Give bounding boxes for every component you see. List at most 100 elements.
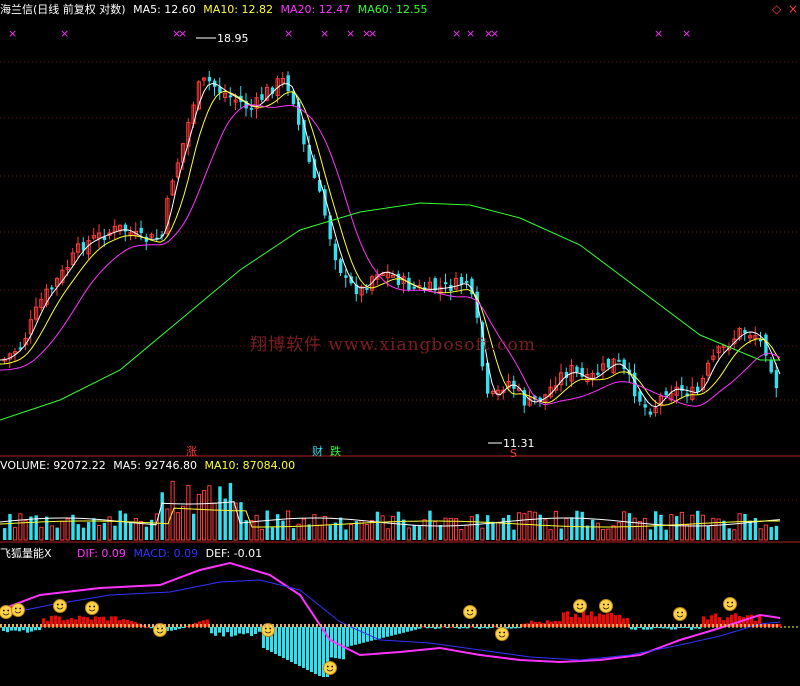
indicator-bar — [210, 627, 213, 634]
baseline-dot — [144, 624, 146, 627]
baseline-dot — [228, 624, 230, 627]
low-price-label: 11.31 — [503, 437, 535, 450]
indicator-bar — [474, 627, 477, 629]
indicator-bar — [778, 624, 781, 627]
candle-body-down — [412, 286, 416, 289]
baseline-dot — [348, 624, 350, 627]
indicator-bar — [338, 627, 341, 659]
baseline-dot — [204, 624, 206, 627]
diamond-icon[interactable]: ◇ — [772, 2, 781, 16]
smiley-eye — [19, 607, 22, 610]
indicator-bar — [406, 627, 409, 632]
baseline-dot — [92, 624, 94, 627]
baseline-dot — [160, 624, 162, 627]
candle-body-down — [339, 259, 343, 274]
baseline-dot — [744, 624, 746, 627]
volume-bar-down — [491, 521, 495, 540]
baseline-dot — [376, 624, 378, 627]
baseline-dot — [80, 624, 82, 627]
volume-bar-up — [391, 515, 396, 541]
indicator-bar — [246, 627, 249, 634]
smiley-eye — [726, 601, 729, 604]
close-icon[interactable]: × — [788, 2, 798, 16]
baseline-dot — [472, 624, 474, 627]
baseline-dot — [704, 624, 706, 627]
volume-bar-down — [244, 520, 248, 540]
smiley-icon — [463, 605, 477, 619]
volume-bar-up — [758, 528, 763, 541]
volume-bar-down — [648, 529, 653, 540]
baseline-dot — [176, 624, 178, 627]
baseline-dot — [108, 624, 110, 627]
baseline-dot — [748, 624, 750, 627]
indicator-bar — [222, 627, 225, 637]
volume-readout: VOLUME: 92072.22 — [0, 459, 106, 472]
baseline-dot — [320, 624, 322, 627]
baseline-dot — [776, 624, 778, 627]
smiley-eye — [503, 631, 506, 634]
volume-bar-down — [129, 521, 133, 540]
volume-bar-down — [696, 510, 700, 540]
volume-bar-down — [559, 528, 563, 540]
volume-ma10-readout: MA10: 87084.00 — [204, 459, 296, 472]
baseline-dot — [500, 624, 502, 627]
candle-body-down — [606, 358, 611, 368]
candle-body-down — [333, 243, 338, 261]
ma10-line — [0, 90, 781, 406]
indicator-bar — [390, 627, 393, 636]
indicator-bar — [218, 627, 221, 633]
indicator-bar — [230, 627, 233, 637]
baseline-dot — [484, 624, 486, 627]
baseline-dot — [716, 624, 718, 627]
candle-body-down — [575, 366, 579, 373]
baseline-dot — [432, 624, 434, 627]
candle-body-down — [769, 360, 773, 373]
indicator-bar — [678, 627, 681, 628]
baseline-dot — [520, 624, 522, 627]
indicator-bar — [10, 627, 13, 631]
indicator-bar — [514, 627, 517, 629]
indicator-bar — [478, 627, 481, 629]
smiley-eye — [7, 609, 10, 612]
volume-ma10-line — [0, 507, 780, 528]
indicator-bar — [518, 627, 521, 629]
indicator-bar — [282, 627, 285, 658]
ma10-readout: MA10: 12.82 — [203, 3, 274, 16]
baseline-dot — [536, 624, 538, 627]
marker-s: S — [510, 447, 517, 460]
volume-bar-down — [218, 486, 222, 540]
volume-bar-up — [732, 529, 737, 541]
volume-bar-down — [339, 517, 343, 540]
smiley-icon — [0, 605, 13, 619]
indicator-bar — [34, 627, 37, 631]
volume-bar-up — [548, 529, 553, 541]
baseline-dot — [572, 624, 574, 627]
signal-x-marker: × — [654, 27, 663, 40]
baseline-dot — [264, 624, 266, 627]
baseline-dot — [728, 624, 730, 627]
indicator-bar — [426, 627, 429, 629]
marker-die: 跌 — [330, 445, 341, 458]
baseline-dot — [336, 624, 338, 627]
smiley-icon — [495, 627, 509, 641]
volume-bar-up — [454, 518, 459, 541]
baseline-dot — [712, 624, 714, 627]
baseline-dot — [236, 624, 238, 627]
baseline-dot — [296, 624, 298, 627]
baseline-dot — [124, 624, 126, 627]
indicator-bar — [670, 627, 673, 630]
volume-bar-up — [606, 528, 611, 541]
volume-bar-down — [228, 483, 233, 540]
baseline-dot — [620, 624, 622, 627]
indicator-panel-header: 飞狐量能X DIF: 0.09 MACD: 0.09 DEF: -0.01 — [0, 545, 266, 560]
indicator-bar — [698, 627, 701, 629]
baseline-dot — [316, 624, 318, 627]
volume-bar-down — [375, 511, 380, 540]
indicator-bar — [666, 627, 669, 629]
volume-bar-down — [428, 510, 432, 540]
baseline-dot — [128, 624, 130, 627]
baseline-dot — [48, 624, 50, 627]
baseline-dot — [76, 624, 78, 627]
indicator-bar — [314, 627, 317, 674]
macd-readout: MACD: 0.09 — [133, 547, 199, 560]
